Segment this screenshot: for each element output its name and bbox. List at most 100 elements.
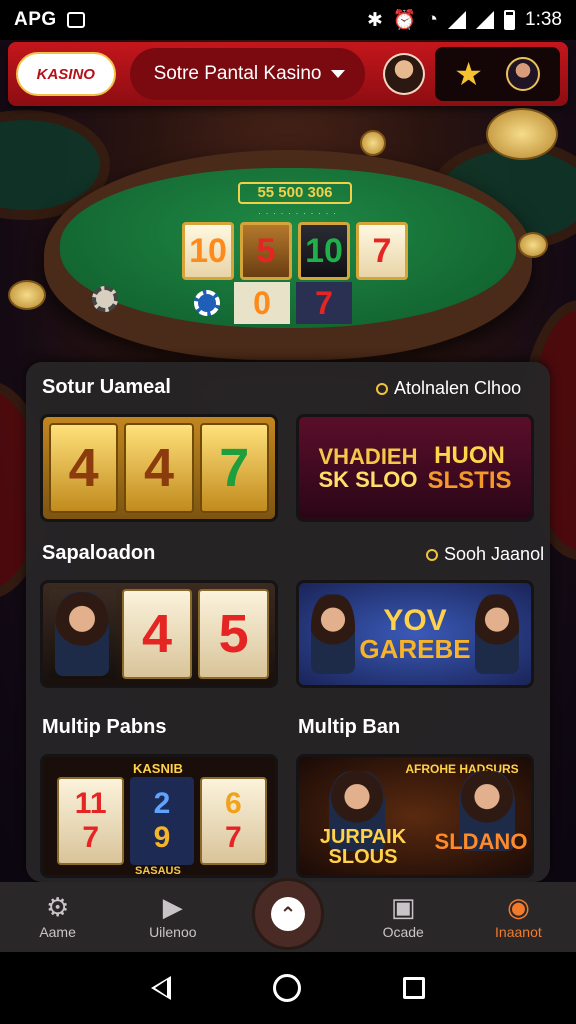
section-title: Sotur Uameal: [42, 376, 171, 398]
slot-column: 2 9: [130, 777, 194, 865]
gear-icon: ⚙: [45, 892, 70, 922]
selector-label: Sotre Pantal Kasino: [153, 63, 322, 84]
battery-icon: [504, 10, 516, 30]
game-card[interactable]: 4 5: [40, 580, 278, 688]
status-right: ✱ ⏰ ◔ 1:38: [367, 8, 562, 32]
signal-icon: [476, 11, 495, 29]
slot-symbol: 7: [82, 821, 99, 854]
poker-chip: [92, 286, 118, 312]
chevron-down-icon: [330, 70, 345, 78]
badge-icon: ▣: [390, 892, 416, 922]
slot-column: 11 7: [57, 777, 125, 865]
slot-symbol: 11: [74, 787, 107, 820]
person-image: [55, 592, 110, 676]
promo-title: YOV GAREBE: [359, 605, 470, 664]
promo-line: YOV: [383, 603, 447, 637]
nav-account[interactable]: ◉ Inaanot: [461, 894, 576, 940]
section-title[interactable]: Multip Ban: [298, 716, 400, 739]
gold-coin: [518, 232, 548, 258]
card-header: AFROHE HADSURS: [405, 762, 519, 776]
slot-reels: 11 7 2 9 6 7: [57, 777, 267, 865]
game-card[interactable]: YOV GAREBE: [296, 580, 534, 688]
signal-icon: [448, 11, 467, 29]
promo-banner: VHADIEH SK SLOO HUON SLSTIS: [299, 417, 531, 519]
table-subtitle: · · · · · · · · · · ·: [258, 208, 337, 218]
system-navigation: [0, 952, 576, 1024]
person-image: [474, 594, 519, 674]
card-header: KASNIB: [133, 761, 183, 776]
promo-banner: YOV GAREBE: [299, 583, 531, 685]
alarm-icon: ⏰: [392, 10, 417, 31]
game-card[interactable]: AFROHE HADSURS JURPAIK SLOUS SLDANO: [296, 754, 534, 878]
promo-line: VHADIEH: [318, 443, 418, 469]
promo-line: HUON: [434, 441, 505, 469]
reel-1: 10: [182, 222, 234, 280]
gold-coin: [486, 108, 558, 160]
gold-coin: [360, 130, 386, 156]
promo-line: SLSTIS: [427, 467, 512, 494]
app-header: KASINO Sotre Pantal Kasino ★: [8, 42, 568, 106]
slot-symbol: 4: [124, 423, 194, 513]
nav-home[interactable]: ⚙ Aame: [0, 894, 115, 940]
recent-apps-icon[interactable]: [403, 977, 425, 999]
nav-label: Ocade: [382, 924, 424, 940]
reel-3: 10: [298, 222, 350, 280]
reel-4: 7: [356, 222, 408, 280]
lower-reel-2: 7: [296, 282, 352, 324]
section-link[interactable]: Sooh Jaanol: [426, 544, 544, 565]
nav-label: Aame: [39, 924, 76, 940]
nav-live[interactable]: ▶ Uilenoo: [115, 894, 230, 940]
center-action-button[interactable]: ⌃: [252, 878, 324, 950]
smile-icon: ⌃: [271, 897, 305, 931]
user-avatar[interactable]: [382, 53, 425, 95]
slot-symbol: 2: [153, 787, 171, 820]
status-bar: APG ✱ ⏰ ◔ 1:38: [0, 0, 576, 40]
casino-selector[interactable]: Sotre Pantal Kasino: [129, 48, 365, 100]
header-actions: ★: [434, 47, 561, 101]
promo-title: JURPAIK SLOUS: [319, 826, 407, 868]
slot-symbol: 4: [121, 589, 193, 679]
nav-label: Uilenoo: [149, 924, 197, 940]
app-logo[interactable]: KASINO: [16, 52, 116, 96]
promo-line: GAREBE: [359, 634, 471, 665]
dot-icon: [376, 382, 388, 395]
section-title: Multip Pabns: [42, 716, 167, 738]
slot-symbol: 9: [153, 821, 171, 854]
slot-symbol: 6: [224, 787, 242, 820]
star-icon[interactable]: ★: [454, 58, 483, 90]
promo-title: SLDANO: [434, 829, 528, 854]
card-footer: SASAUS: [135, 865, 181, 877]
game-card[interactable]: VHADIEH SK SLOO HUON SLSTIS: [296, 414, 534, 522]
status-left: APG: [14, 9, 85, 31]
bluetooth-icon: ✱: [366, 9, 383, 31]
carrier-label: APG: [14, 9, 57, 30]
slot-symbol: 4: [49, 423, 119, 513]
slot-symbol: 7: [224, 821, 242, 854]
slot-symbol: 7: [199, 423, 269, 513]
play-icon: ▶: [162, 892, 183, 922]
game-card[interactable]: 4 4 7: [40, 414, 278, 522]
table-number: 55 500 306: [238, 182, 352, 204]
promo-title: HUON SLSTIS: [427, 441, 512, 494]
coin-icon: ◉: [507, 892, 530, 922]
gold-coin: [8, 280, 46, 310]
dot-icon: [426, 548, 438, 561]
section-link-label: Atolnalen Clhoo: [394, 378, 522, 398]
home-icon[interactable]: [273, 974, 301, 1002]
profile-avatar[interactable]: [506, 57, 541, 91]
lower-reel-1: 0: [234, 282, 290, 324]
poker-chip: [194, 290, 220, 316]
nav-arcade[interactable]: ▣ Ocade: [346, 894, 461, 940]
screen: APG ✱ ⏰ ◔ 1:38 KASINO Sotre Pantal Kasin…: [0, 0, 576, 1024]
section-title: Sapaloadon: [42, 542, 156, 564]
section-link[interactable]: Atolnalen Clhoo: [376, 378, 521, 399]
wifi-icon: ◔: [426, 9, 439, 30]
slot-reels: 4 5: [43, 583, 275, 685]
promo-line: SK SLOO: [318, 467, 418, 492]
slot-column: 6 7: [199, 777, 267, 865]
slot-reels: 4 4 7: [43, 417, 275, 519]
game-card[interactable]: KASNIB 11 7 2 9 6 7 SASAUS: [40, 754, 278, 878]
section-link-label: Sooh Jaanol: [444, 544, 545, 564]
reel-2: 5: [240, 222, 292, 280]
back-icon[interactable]: [151, 976, 171, 1000]
